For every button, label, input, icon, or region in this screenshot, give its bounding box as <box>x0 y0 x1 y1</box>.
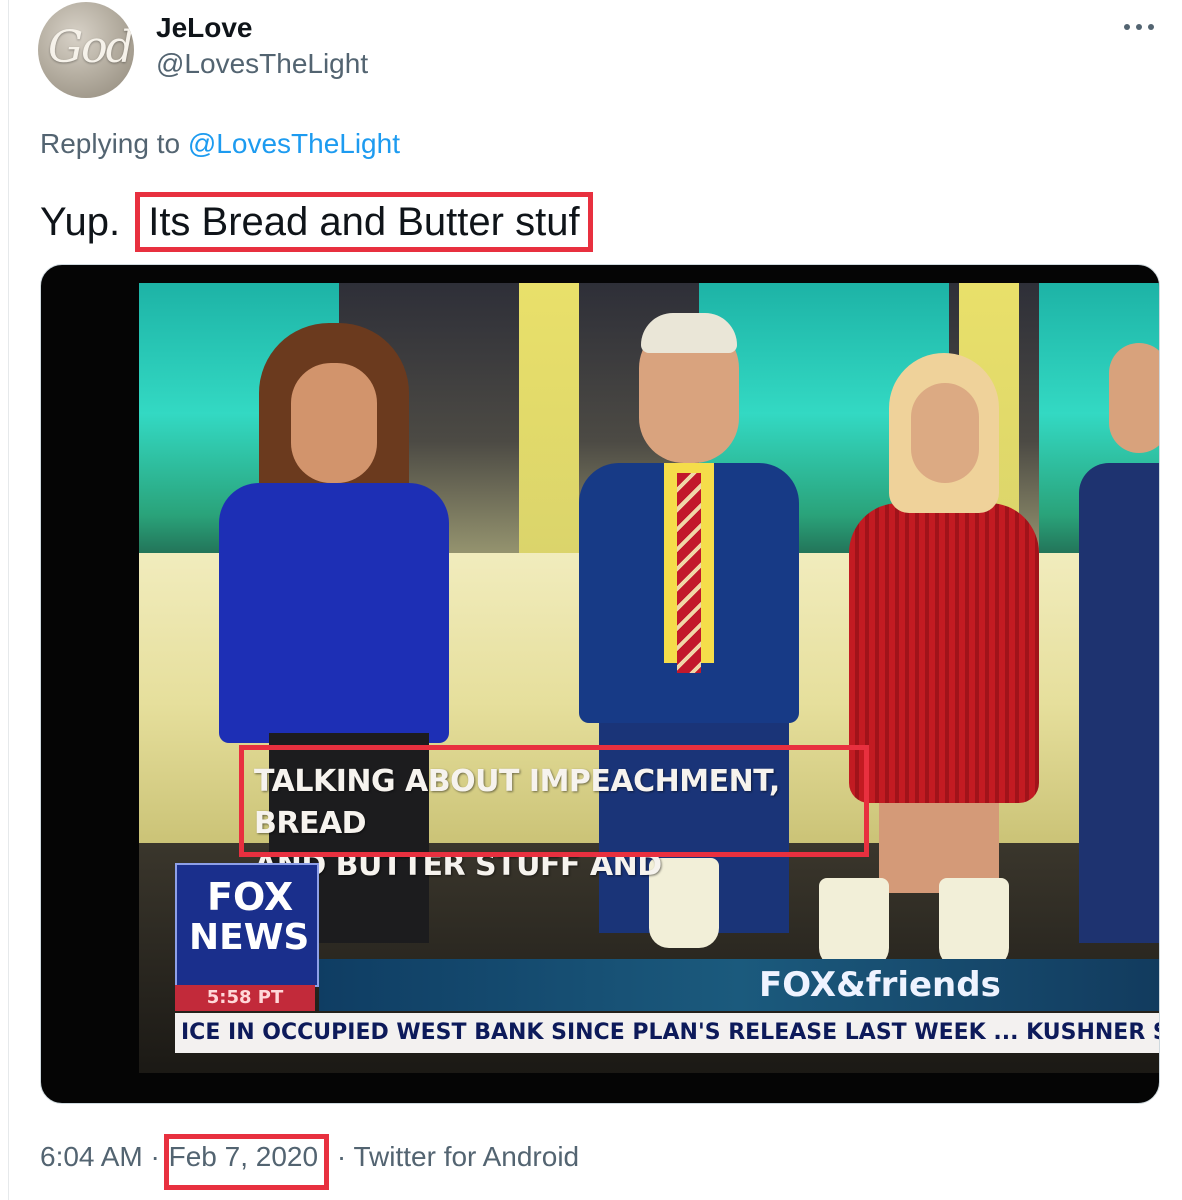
avatar-text: God <box>48 22 134 73</box>
tweet-text-highlighted: Its Bread and Butter stuf <box>135 192 593 252</box>
more-horizontal-icon[interactable] <box>1124 22 1158 32</box>
replying-to: Replying to @LovesTheLight <box>40 128 400 160</box>
fox-lower-third-bar <box>319 959 1159 1011</box>
caption-highlight-box <box>239 745 869 857</box>
avatar[interactable]: God <box>38 2 134 98</box>
fox-logo-line1: FOX <box>207 875 294 919</box>
tweet-date[interactable]: Feb 7, 2020 <box>163 1134 330 1190</box>
meta-separator: · <box>150 1141 160 1172</box>
tweet-client-link[interactable]: Twitter for Android <box>353 1141 579 1172</box>
fox-show-name: FOX&friends <box>759 965 1001 1005</box>
tv-screen: TALKING ABOUT IMPEACHMENT, BREAD AND BUT… <box>139 283 1159 1073</box>
left-divider <box>8 0 9 1200</box>
fox-time-badge: 5:58 PT <box>175 985 315 1011</box>
display-name[interactable]: JeLove <box>156 12 253 44</box>
tweet-text: Yup. Its Bread and Butter stuf <box>40 192 593 252</box>
tweet-text-start: Yup. <box>40 200 121 244</box>
fox-news-logo: FOX NEWS <box>175 863 319 987</box>
user-handle[interactable]: @LovesTheLight <box>156 48 368 80</box>
host-far-right <box>1079 343 1159 943</box>
reply-mention-link[interactable]: @LovesTheLight <box>188 128 400 159</box>
replying-to-label: Replying to <box>40 128 181 159</box>
news-ticker: ICE IN OCCUPIED WEST BANK SINCE PLAN'S R… <box>175 1013 1159 1053</box>
tweet-meta: 6:04 AM · Feb 7, 2020 · Twitter for Andr… <box>40 1134 579 1190</box>
meta-separator-2: · <box>336 1141 347 1172</box>
fox-logo-line2: NEWS <box>189 917 310 958</box>
tweet-media-photo[interactable]: TALKING ABOUT IMPEACHMENT, BREAD AND BUT… <box>40 264 1160 1104</box>
tweet-time[interactable]: 6:04 AM <box>40 1141 143 1172</box>
host-right <box>839 353 1059 893</box>
